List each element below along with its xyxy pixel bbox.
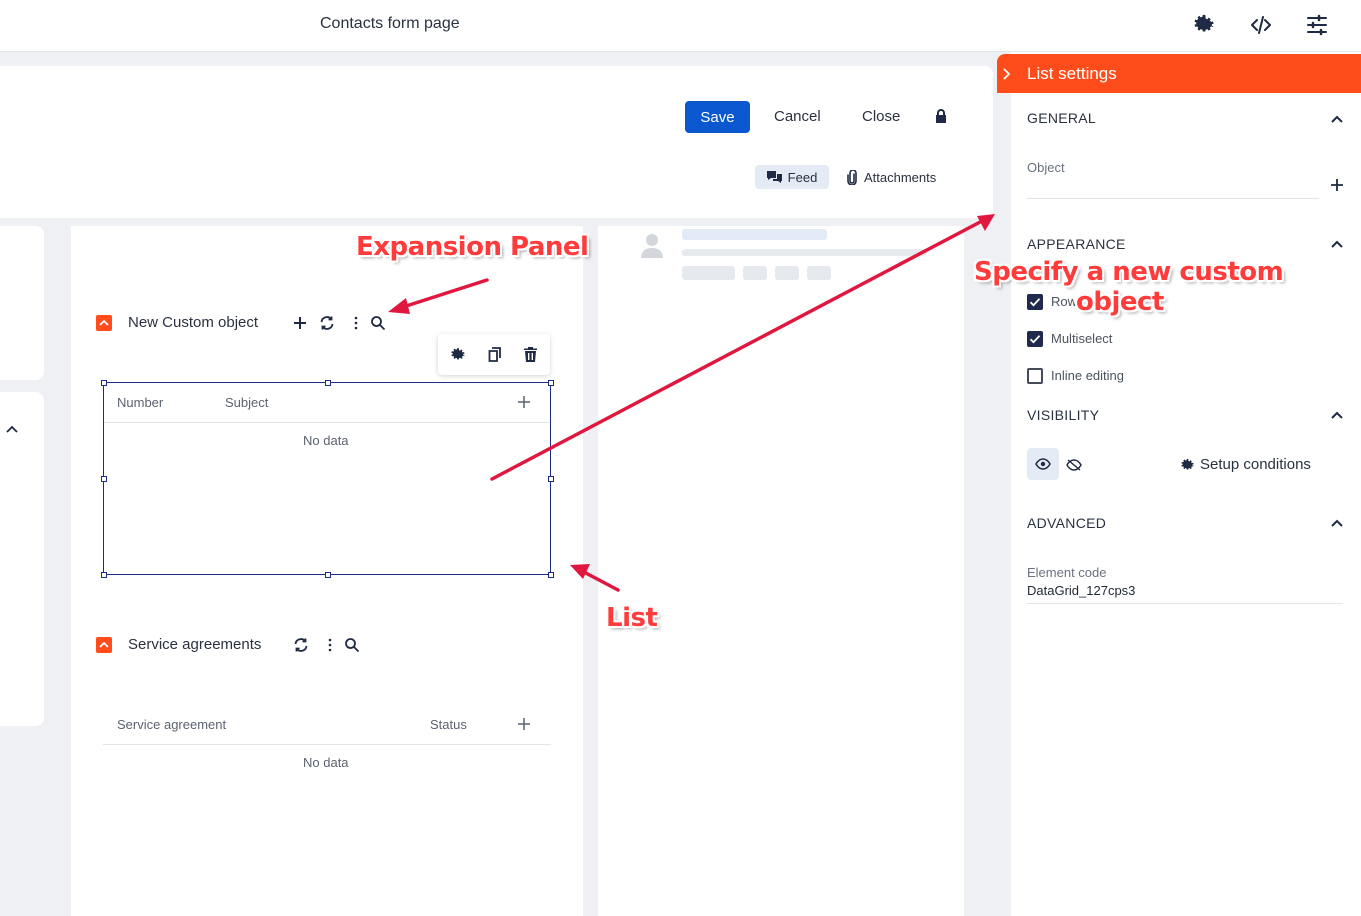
settings-panel — [1011, 52, 1361, 916]
copy-icon[interactable] — [488, 347, 502, 362]
expand-toggle-icon[interactable] — [96, 636, 112, 653]
attachments-button[interactable]: Attachments — [846, 165, 936, 189]
section-advanced-title[interactable]: ADVANCED — [1027, 515, 1106, 531]
custom-object-list[interactable] — [103, 382, 551, 575]
section-appearance-title[interactable]: APPEARANCE — [1027, 236, 1126, 252]
column-header-number[interactable]: Number — [117, 395, 163, 410]
chevron-up-icon[interactable] — [1330, 112, 1344, 126]
close-button[interactable]: Close — [862, 108, 900, 125]
skeleton-line — [682, 249, 927, 256]
element-code-underline — [1027, 603, 1343, 604]
resize-handle[interactable] — [101, 380, 107, 386]
gear-settings-icon[interactable] — [1193, 13, 1217, 37]
chevron-right-icon[interactable] — [1003, 67, 1011, 80]
annotation-list: List — [606, 603, 658, 633]
resize-handle[interactable] — [101, 572, 107, 578]
multiselect-checkbox[interactable] — [1027, 331, 1043, 347]
section-general-title[interactable]: GENERAL — [1027, 110, 1096, 126]
feed-button[interactable]: Feed — [755, 165, 829, 189]
top-bar: Contacts form page — [0, 0, 1361, 52]
skeleton-chip — [682, 266, 735, 280]
element-code-label: Element code — [1027, 565, 1107, 580]
resize-handle[interactable] — [325, 572, 331, 578]
row-numbers-checkbox[interactable] — [1027, 294, 1043, 310]
eye-off-icon — [1066, 459, 1082, 471]
add-object-icon[interactable] — [1330, 178, 1346, 194]
object-field-underline[interactable] — [1027, 198, 1319, 199]
header-divider — [104, 422, 550, 423]
attachments-label: Attachments — [864, 169, 937, 185]
chat-icon — [766, 170, 782, 183]
page-title: Contacts form page — [320, 15, 460, 32]
lock-icon[interactable] — [933, 108, 949, 124]
add-column-icon[interactable] — [517, 395, 533, 411]
left-card-bottom — [0, 392, 44, 726]
gear-icon[interactable] — [451, 347, 466, 362]
column-header-service-agreement[interactable]: Service agreement — [117, 717, 226, 732]
gear-icon — [1181, 458, 1194, 470]
chevron-up-icon[interactable] — [1330, 237, 1344, 251]
empty-state-text: No data — [303, 433, 349, 448]
multiselect-label: Multiselect — [1051, 331, 1113, 346]
chevron-up-icon[interactable] — [1330, 408, 1344, 422]
chevron-up-icon[interactable] — [6, 425, 18, 433]
add-icon[interactable] — [292, 315, 308, 331]
setup-conditions-label: Setup conditions — [1200, 456, 1311, 473]
settings-panel-header[interactable]: List settings — [997, 54, 1361, 93]
skeleton-chip — [743, 266, 767, 280]
feed-column — [598, 226, 964, 916]
resize-handle[interactable] — [325, 380, 331, 386]
avatar-placeholder-icon — [641, 234, 663, 258]
object-field-label: Object — [1027, 160, 1065, 175]
resize-handle[interactable] — [548, 572, 554, 578]
visible-toggle[interactable] — [1027, 448, 1059, 480]
column-header-subject[interactable]: Subject — [225, 395, 268, 410]
skeleton-line — [682, 229, 827, 240]
settings-panel-title: List settings — [1027, 63, 1117, 83]
row-option-label: Row — [1051, 294, 1078, 309]
form-header-card — [0, 66, 993, 218]
header-divider — [103, 744, 551, 745]
annotation-expansion-panel: Expansion Panel — [356, 232, 589, 262]
skeleton-chip — [807, 266, 831, 280]
custom-object-panel-header[interactable]: New Custom object — [96, 314, 258, 331]
column-header-status[interactable]: Status — [430, 717, 467, 732]
sliders-icon[interactable] — [1305, 13, 1329, 37]
save-button[interactable]: Save — [685, 101, 750, 133]
annotation-custom-object-line2: object — [1076, 287, 1164, 317]
cancel-button[interactable]: Cancel — [774, 108, 821, 125]
element-toolbar — [438, 334, 550, 375]
more-vertical-icon[interactable] — [348, 315, 364, 331]
resize-handle[interactable] — [548, 476, 554, 482]
service-agreements-panel-header[interactable]: Service agreements — [96, 636, 261, 653]
hidden-toggle[interactable] — [1066, 458, 1082, 476]
paperclip-icon — [847, 169, 857, 185]
trash-icon[interactable] — [524, 347, 537, 362]
inline-editing-checkbox[interactable] — [1027, 368, 1043, 384]
setup-conditions-button[interactable]: Setup conditions — [1181, 456, 1311, 473]
search-icon[interactable] — [344, 637, 360, 653]
refresh-icon[interactable] — [293, 637, 309, 653]
resize-handle[interactable] — [548, 380, 554, 386]
custom-object-panel-title: New Custom object — [128, 314, 259, 331]
refresh-icon[interactable] — [319, 315, 335, 331]
section-visibility-title[interactable]: VISIBILITY — [1027, 407, 1099, 423]
service-agreements-panel-title: Service agreements — [128, 636, 262, 653]
annotation-custom-object-line1: Specify a new custom — [974, 257, 1284, 287]
more-vertical-icon[interactable] — [322, 637, 338, 653]
element-code-value[interactable]: DataGrid_127cps3 — [1027, 583, 1135, 598]
resize-handle[interactable] — [101, 476, 107, 482]
empty-state-text: No data — [303, 755, 349, 770]
inline-editing-label: Inline editing — [1051, 368, 1124, 383]
skeleton-chip — [775, 266, 799, 280]
search-icon[interactable] — [370, 315, 386, 331]
eye-icon — [1035, 458, 1051, 470]
code-icon[interactable] — [1249, 13, 1273, 37]
expand-toggle-icon[interactable] — [96, 314, 112, 331]
left-card-top — [0, 226, 44, 380]
add-column-icon[interactable] — [517, 717, 533, 733]
chevron-up-icon[interactable] — [1330, 516, 1344, 530]
feed-label: Feed — [787, 169, 818, 185]
